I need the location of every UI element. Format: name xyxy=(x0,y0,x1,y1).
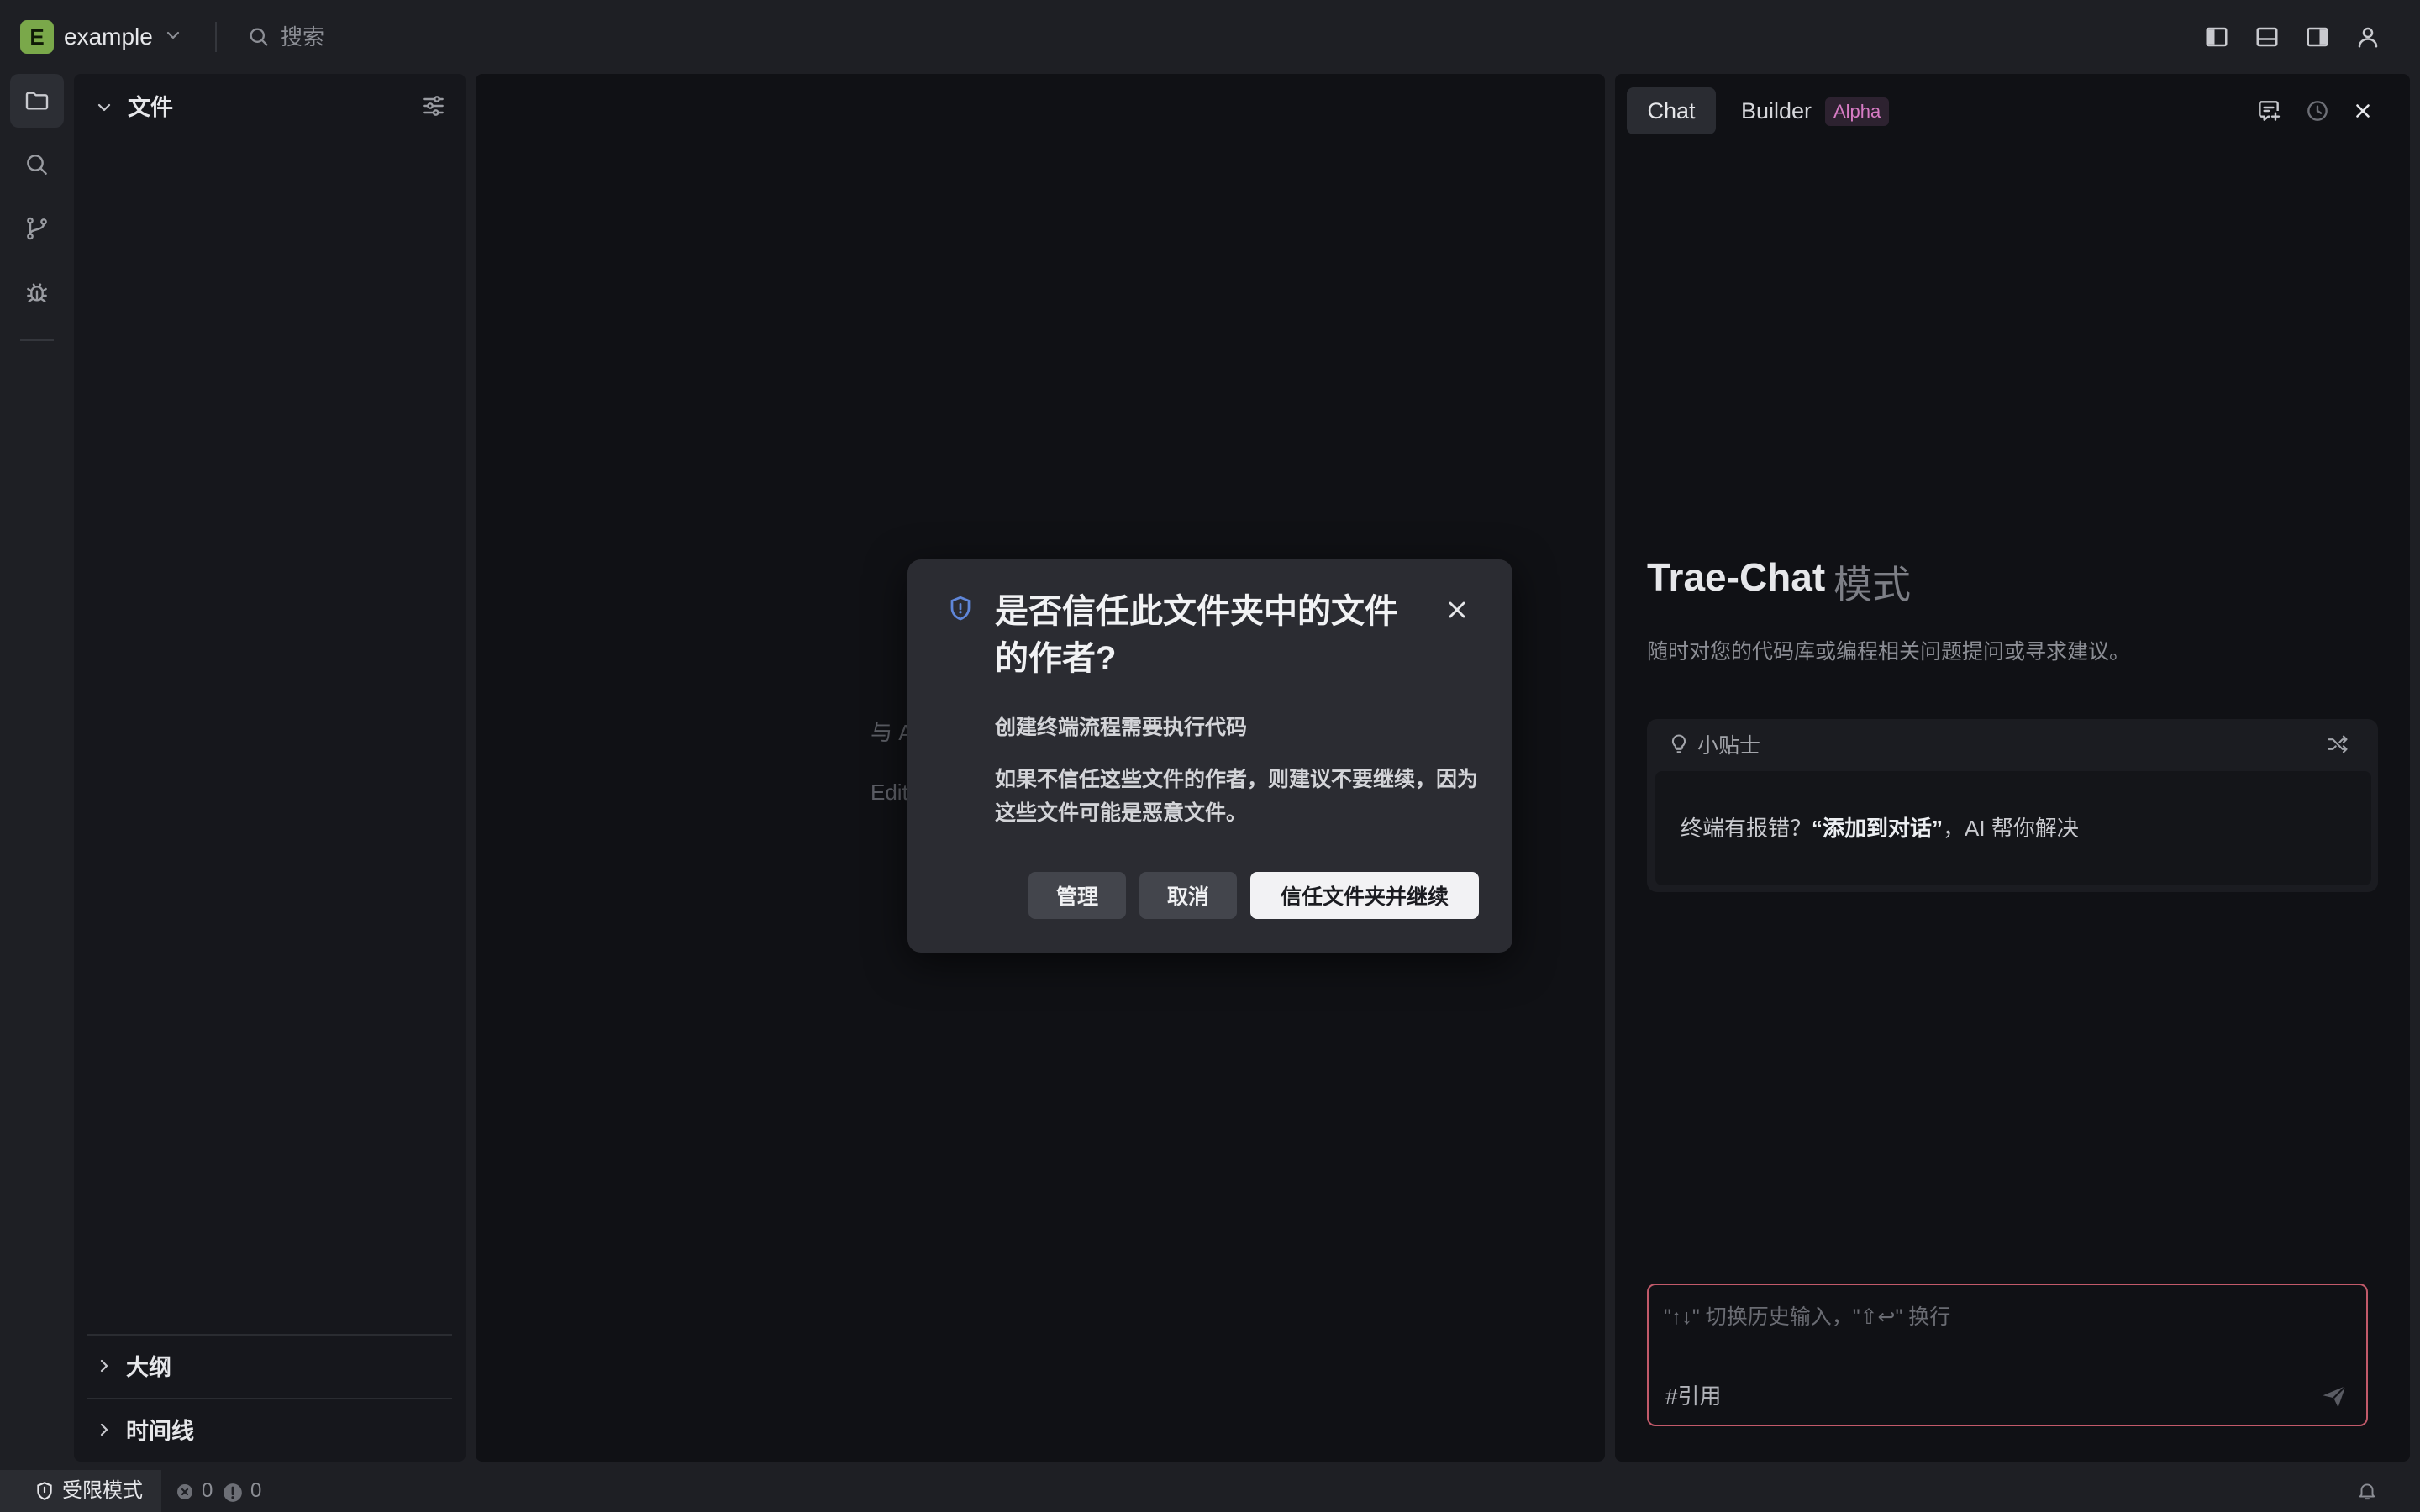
close-icon[interactable] xyxy=(2346,94,2380,128)
chat-title: Trae-Chat xyxy=(1647,555,1826,599)
files-icon[interactable] xyxy=(10,74,64,128)
account-icon[interactable] xyxy=(2351,20,2385,54)
shield-icon xyxy=(34,1480,55,1502)
dialog-message: 创建终端流程需要执行代码 xyxy=(995,716,1248,739)
source-control-icon[interactable] xyxy=(10,202,64,255)
error-icon[interactable] xyxy=(175,1482,195,1502)
section-outline[interactable]: 大纲 xyxy=(126,1351,171,1384)
editor-hint: 与 A xyxy=(871,720,913,745)
tips-text-action: “添加到对话” xyxy=(1812,816,1944,841)
workspace-badge[interactable]: E xyxy=(20,20,54,54)
history-icon[interactable] xyxy=(2301,94,2334,128)
debug-icon[interactable] xyxy=(10,265,64,319)
bell-icon[interactable] xyxy=(2356,1480,2378,1502)
section-divider xyxy=(87,1398,452,1399)
tips-text: 终端有报错？“添加到对话”，AI 帮你解决 xyxy=(1681,811,2079,843)
editor-hint: Edit xyxy=(871,780,908,805)
trust-folder-button[interactable]: 信任文件夹并继续 xyxy=(1250,872,1479,919)
status-bar xyxy=(0,1470,2420,1512)
alpha-badge: Alpha xyxy=(1825,97,1890,126)
warning-icon[interactable] xyxy=(222,1482,244,1504)
toggle-sidebar-right-icon[interactable] xyxy=(2301,20,2334,54)
search-input[interactable]: 搜索 xyxy=(281,20,324,54)
error-count[interactable]: 0 xyxy=(202,1470,213,1512)
section-divider xyxy=(87,1334,452,1336)
toggle-panel-bottom-icon[interactable] xyxy=(2250,20,2284,54)
reference-button[interactable]: #引用 xyxy=(1665,1379,1721,1410)
tips-label: 小贴士 xyxy=(1697,734,1761,758)
search-icon[interactable] xyxy=(247,25,271,49)
dialog-detail: 如果不信任这些文件的作者，则建议不要继续，因为这些文件可能是恶意文件。 xyxy=(995,768,1479,825)
close-icon[interactable] xyxy=(1444,596,1470,623)
chevron-right-icon[interactable] xyxy=(94,1420,114,1440)
tab-builder[interactable]: Builder xyxy=(1741,87,1812,134)
chevron-down-icon[interactable] xyxy=(94,97,114,118)
title-divider xyxy=(215,22,217,52)
manage-button[interactable]: 管理 xyxy=(1028,872,1126,919)
shuffle-icon[interactable] xyxy=(2326,732,2349,756)
chevron-down-icon[interactable] xyxy=(163,25,183,45)
title-bar xyxy=(0,0,2420,74)
shield-icon xyxy=(948,595,973,623)
tips-text-suffix: ，AI 帮你解决 xyxy=(1943,816,2079,841)
new-chat-icon[interactable] xyxy=(2252,94,2286,128)
explorer-panel xyxy=(74,74,466,1462)
cancel-button[interactable]: 取消 xyxy=(1139,872,1237,919)
tips-text-prefix: 终端有报错？ xyxy=(1681,816,1812,841)
explorer-title[interactable]: 文件 xyxy=(128,91,173,124)
chevron-right-icon[interactable] xyxy=(94,1356,114,1376)
chat-input-placeholder[interactable]: "↑↓" 切换历史输入，"⇧↩" 换行 xyxy=(1664,1300,1950,1331)
activity-divider xyxy=(20,339,54,341)
lightbulb-icon xyxy=(1667,732,1691,756)
dialog-title: 是否信任此文件夹中的文件的作者? xyxy=(995,593,1398,677)
chat-subtitle: 随时对您的代码库或编程相关问题提问或寻求建议。 xyxy=(1647,640,2131,664)
filter-settings-icon[interactable] xyxy=(420,92,447,119)
chat-title-mode: 模式 xyxy=(1833,563,1911,606)
search-icon[interactable] xyxy=(10,138,64,192)
send-icon[interactable] xyxy=(2319,1381,2349,1411)
warning-count[interactable]: 0 xyxy=(250,1470,261,1512)
section-timeline[interactable]: 时间线 xyxy=(126,1415,194,1448)
restricted-mode-label[interactable]: 受限模式 xyxy=(62,1470,143,1512)
tab-chat[interactable]: Chat xyxy=(1627,87,1716,134)
workspace-name[interactable]: example xyxy=(64,20,153,54)
toggle-sidebar-left-icon[interactable] xyxy=(2200,20,2233,54)
